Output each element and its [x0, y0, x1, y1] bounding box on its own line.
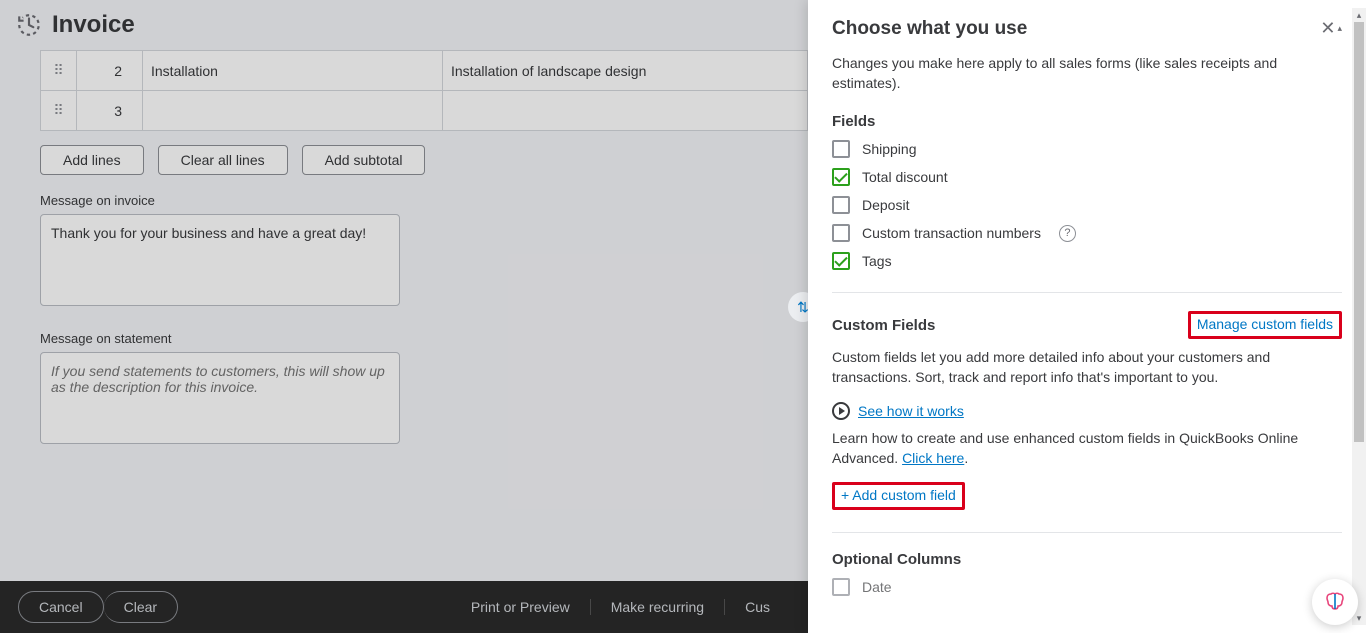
custom-fields-description: Custom fields let you add more detailed … [832, 347, 1342, 388]
click-here-link[interactable]: Click here [902, 450, 964, 466]
line-number: 2 [77, 51, 143, 91]
drag-handle-icon[interactable]: ⠿ [41, 51, 77, 91]
description-cell[interactable] [443, 91, 808, 131]
scroll-up-arrow[interactable]: ▴ [1352, 8, 1366, 22]
customize-link[interactable]: Cus [725, 599, 790, 615]
make-recurring-link[interactable]: Make recurring [591, 599, 725, 615]
scrollbar-thumb[interactable] [1354, 22, 1364, 442]
checkbox-icon[interactable] [832, 168, 850, 186]
checkbox-date[interactable]: Date [832, 578, 1342, 596]
custom-fields-heading: Custom Fields [832, 317, 935, 334]
invoice-main-area: Invoice ⠿ 2 Installation Installation of… [0, 0, 808, 633]
checkbox-label: Tags [862, 253, 892, 269]
see-how-row[interactable]: See how it works [832, 402, 1342, 420]
help-icon[interactable]: ? [1059, 225, 1076, 242]
checkbox-icon[interactable] [832, 578, 850, 596]
checkbox-shipping[interactable]: Shipping [832, 140, 1342, 158]
brain-icon [1323, 590, 1347, 614]
product-cell[interactable]: Installation [143, 51, 443, 91]
checkbox-label: Shipping [862, 141, 917, 157]
see-how-link[interactable]: See how it works [858, 403, 964, 419]
manage-custom-fields-highlight: Manage custom fields [1188, 311, 1342, 339]
cancel-button[interactable]: Cancel [18, 591, 104, 623]
checkbox-icon[interactable] [832, 252, 850, 270]
fields-checkbox-list: Shipping Total discount Deposit Custom t… [832, 140, 1342, 270]
footer-bar: Cancel Clear Print or Preview Make recur… [0, 581, 808, 633]
drag-handle-icon[interactable]: ⠿ [41, 91, 77, 131]
checkbox-custom-transaction-numbers[interactable]: Custom transaction numbers ? [832, 224, 1342, 242]
line-actions-row: Add lines Clear all lines Add subtotal [40, 145, 808, 175]
checkbox-label: Deposit [862, 197, 909, 213]
manage-custom-fields-link[interactable]: Manage custom fields [1197, 316, 1333, 332]
message-statement-label: Message on statement [40, 331, 808, 346]
clear-button[interactable]: Clear [104, 591, 178, 623]
learn-text: Learn how to create and use enhanced cus… [832, 428, 1342, 469]
message-invoice-label: Message on invoice [40, 193, 808, 208]
settings-panel: Choose what you use ✕▴ Changes you make … [808, 0, 1366, 633]
panel-title: Choose what you use [832, 18, 1027, 40]
checkbox-icon[interactable] [832, 224, 850, 242]
checkbox-deposit[interactable]: Deposit [832, 196, 1342, 214]
add-custom-field-link[interactable]: + Add custom field [841, 487, 956, 503]
learn-text-b: . [964, 450, 968, 466]
header-bar: Invoice [0, 0, 808, 50]
divider [832, 532, 1342, 533]
page-title: Invoice [52, 11, 135, 39]
line-number: 3 [77, 91, 143, 131]
history-icon [16, 12, 42, 38]
optional-columns-heading: Optional Columns [832, 551, 1342, 568]
play-icon[interactable] [832, 402, 850, 420]
line-items-table: ⠿ 2 Installation Installation of landsca… [40, 50, 808, 131]
checkbox-tags[interactable]: Tags [832, 252, 1342, 270]
checkbox-total-discount[interactable]: Total discount [832, 168, 1342, 186]
scrollbar-track[interactable]: ▴ ▾ [1352, 8, 1366, 625]
close-icon[interactable]: ✕▴ [1320, 18, 1342, 39]
checkbox-label: Custom transaction numbers [862, 225, 1041, 241]
fields-heading: Fields [832, 113, 1342, 130]
divider [832, 292, 1342, 293]
assistant-fab[interactable] [1312, 579, 1358, 625]
add-lines-button[interactable]: Add lines [40, 145, 144, 175]
checkbox-label: Total discount [862, 169, 948, 185]
add-custom-field-highlight: + Add custom field [832, 482, 965, 510]
table-row[interactable]: ⠿ 3 [41, 91, 808, 131]
product-cell[interactable] [143, 91, 443, 131]
clear-all-lines-button[interactable]: Clear all lines [158, 145, 288, 175]
add-subtotal-button[interactable]: Add subtotal [302, 145, 426, 175]
message-statement-textarea[interactable] [40, 352, 400, 444]
print-preview-link[interactable]: Print or Preview [451, 599, 591, 615]
panel-description: Changes you make here apply to all sales… [832, 54, 1342, 93]
description-cell[interactable]: Installation of landscape design [443, 51, 808, 91]
message-invoice-textarea[interactable] [40, 214, 400, 306]
checkbox-icon[interactable] [832, 196, 850, 214]
checkbox-icon[interactable] [832, 140, 850, 158]
checkbox-label: Date [862, 579, 892, 595]
table-row[interactable]: ⠿ 2 Installation Installation of landsca… [41, 51, 808, 91]
